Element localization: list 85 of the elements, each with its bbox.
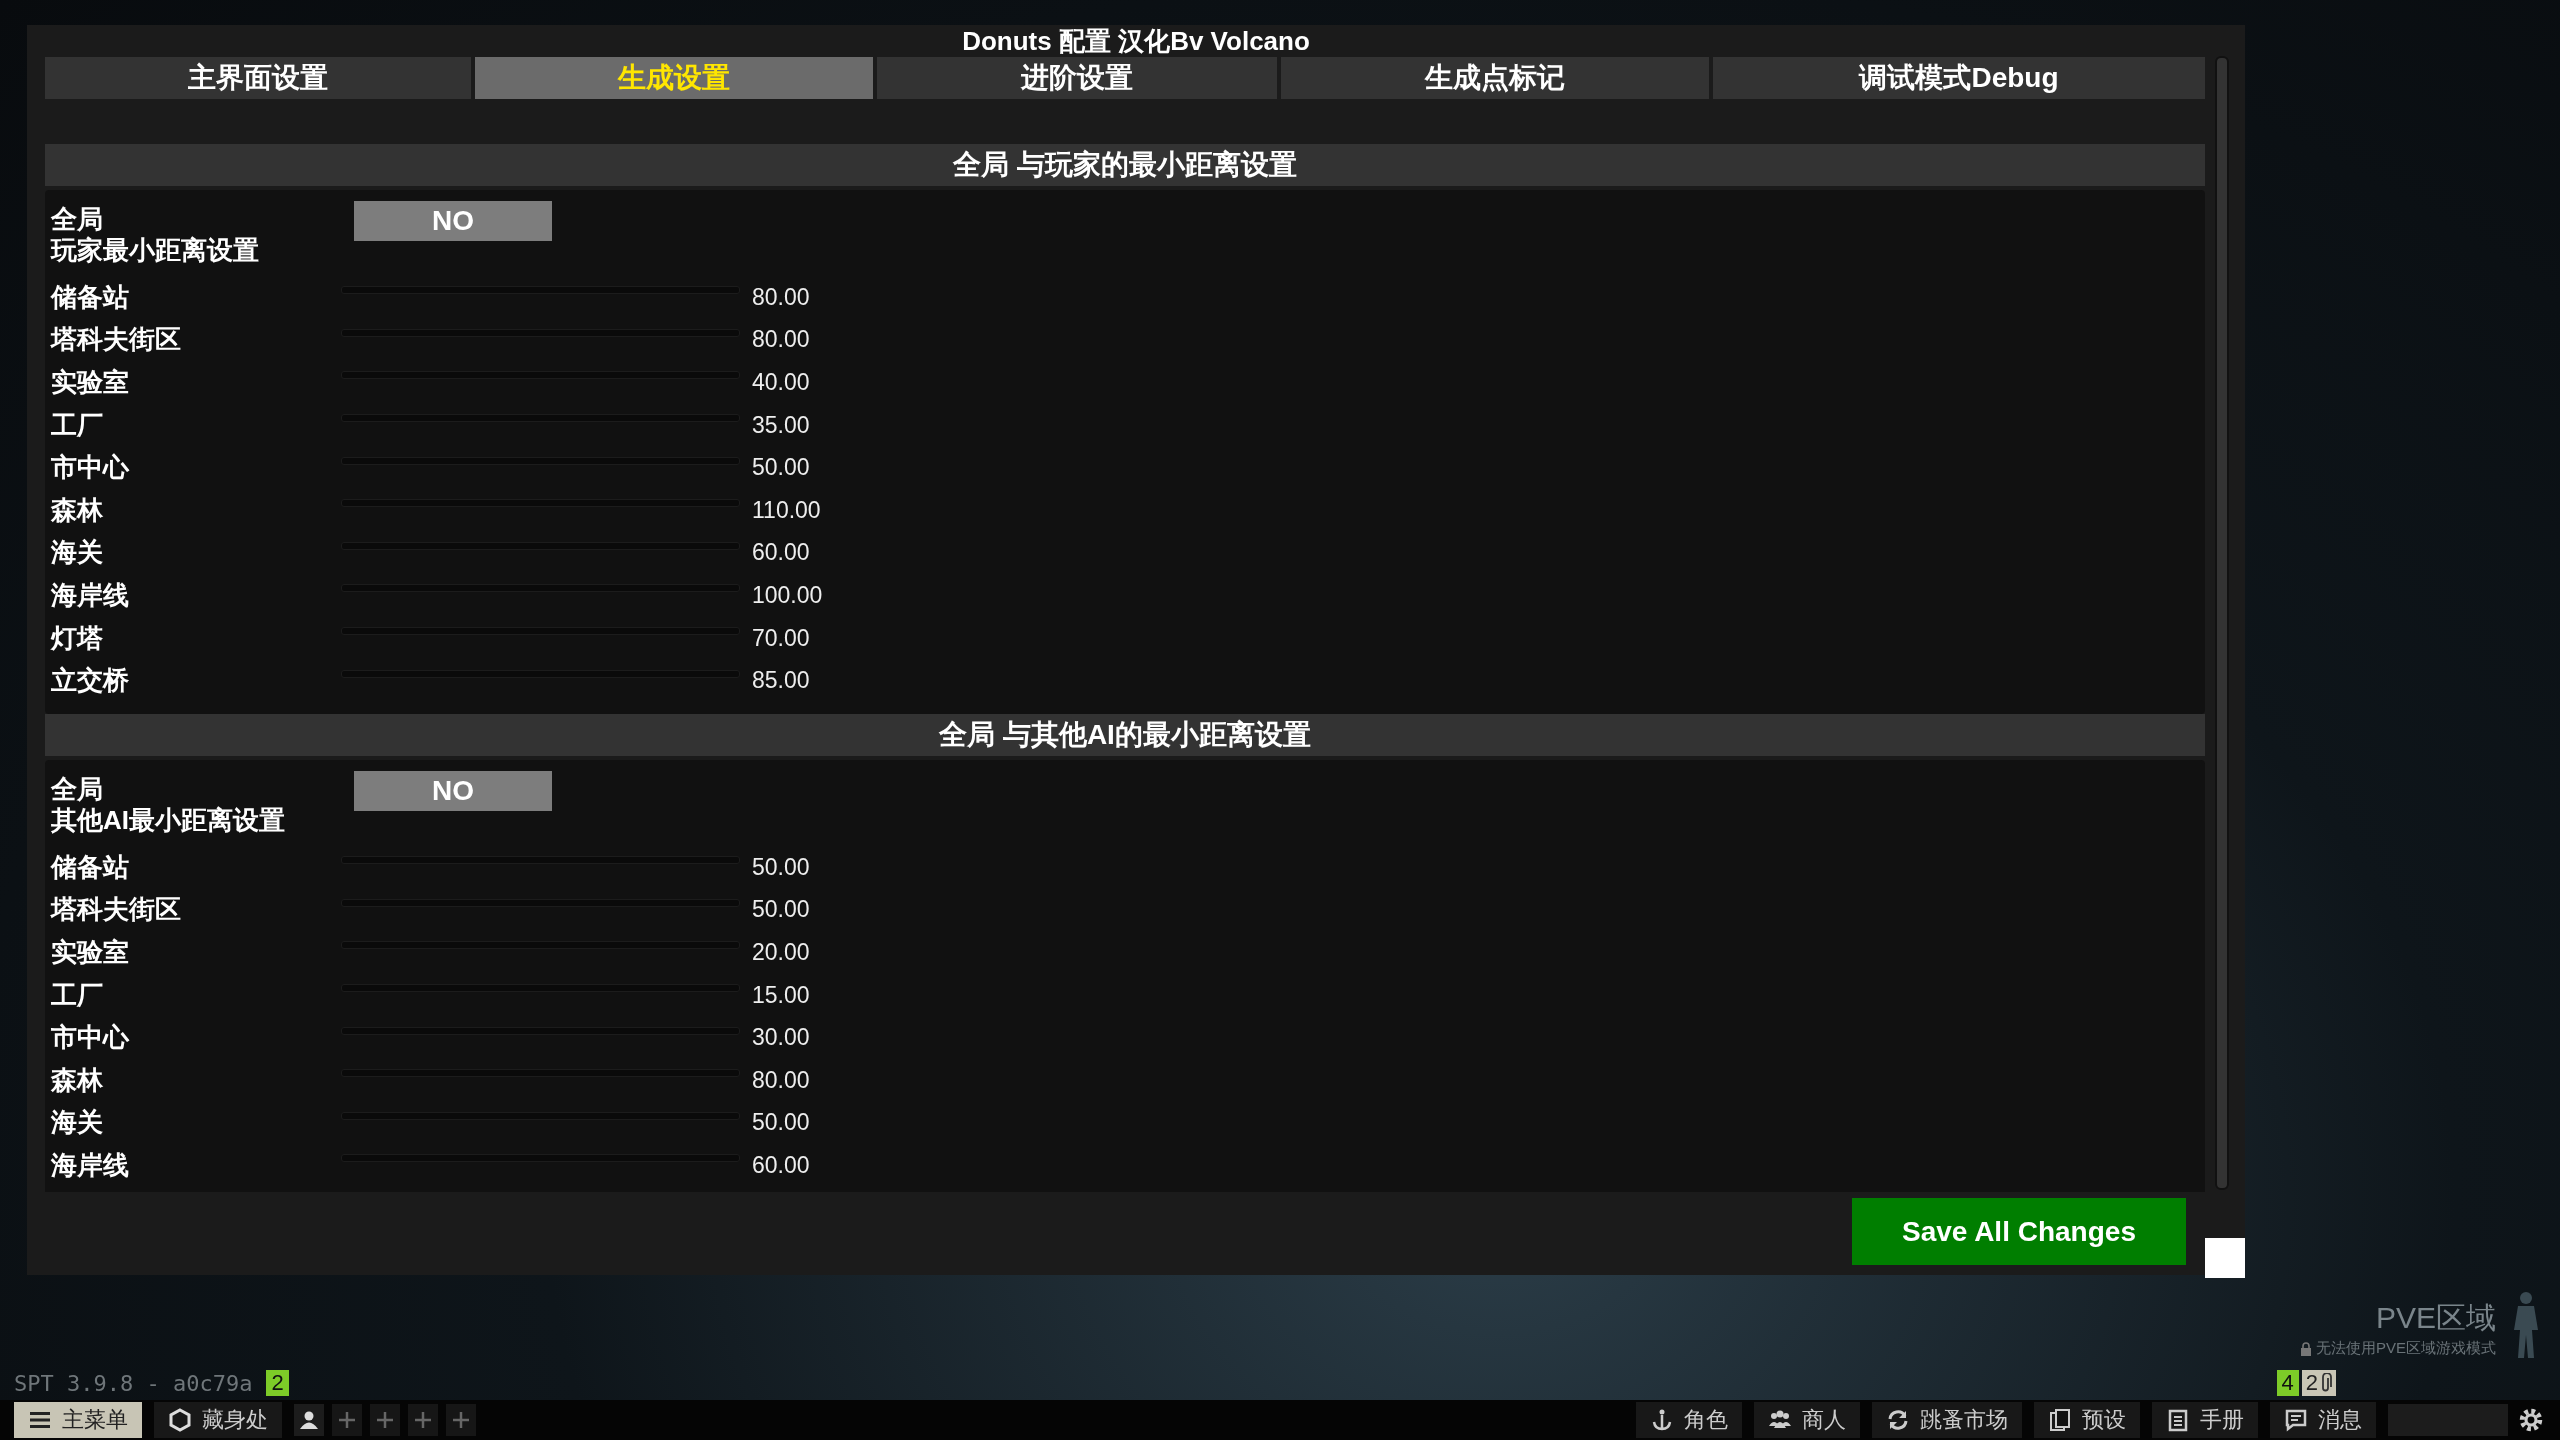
clipboard-icon: [2166, 1408, 2190, 1432]
setting-label: 市中心: [51, 1021, 131, 1055]
slider-value: 60.00: [752, 1151, 810, 1179]
setting-label: 立交桥: [51, 664, 130, 698]
profile-slot[interactable]: [294, 1404, 324, 1436]
setting-label: 储备站: [51, 850, 130, 884]
setting-label: 海岸线: [51, 578, 130, 612]
setting-label: 灯塔: [51, 621, 104, 655]
save-button[interactable]: Save All Changes: [1852, 1198, 2186, 1265]
taskbar-button[interactable]: 预设: [2034, 1402, 2140, 1438]
slider-value: 85.00: [752, 667, 810, 695]
taskbar-button[interactable]: 角色: [1636, 1402, 1742, 1438]
toggle-button[interactable]: NO: [354, 201, 552, 241]
empty-slot[interactable]: [408, 1404, 438, 1436]
slider-value: 60.00: [752, 539, 810, 567]
plus-icon: [375, 1410, 395, 1430]
setting-label: 市中心: [51, 451, 131, 485]
plus-icon: [413, 1410, 433, 1430]
taskbar-button[interactable]: 商人: [1754, 1402, 1860, 1438]
taskbar-button[interactable]: 手册: [2152, 1402, 2258, 1438]
documents-icon: [2048, 1408, 2072, 1432]
slider-value: 35.00: [752, 411, 810, 439]
mode-note: 无法使用PVE区域游戏模式: [2316, 1339, 2496, 1358]
tab[interactable]: 生成点标记: [1281, 57, 1709, 99]
slider-value: 50.00: [752, 896, 810, 924]
setting-label: 森林: [51, 1063, 104, 1097]
hexagon-icon: [168, 1408, 192, 1432]
slider-value: 110.00: [752, 496, 821, 524]
setting-label: 实验室: [51, 935, 130, 969]
lock-icon: [2300, 1341, 2312, 1356]
setting-label: 海关: [51, 1106, 104, 1140]
mode-title: PVE区域: [2375, 1300, 2496, 1336]
count-badge: 4: [2276, 1370, 2299, 1396]
setting-label: 全局: [51, 773, 103, 805]
scrollbar[interactable]: [2215, 56, 2229, 1190]
slider-value: 40.00: [752, 369, 810, 396]
tab[interactable]: 主界面设置: [45, 57, 471, 99]
resize-handle[interactable]: [2205, 1238, 2245, 1278]
slider-value: 20.00: [752, 938, 810, 966]
setting-label: 塔科夫街区: [51, 323, 182, 357]
setting-label: 玩家最小距离设置: [51, 235, 259, 266]
setting-label: 全局: [51, 204, 103, 235]
plus-icon: [337, 1410, 357, 1430]
person-icon: [299, 1410, 319, 1430]
plus-icon: [451, 1410, 471, 1430]
slider-value: 80.00: [752, 326, 810, 354]
setting-label: 塔科夫街区: [51, 893, 182, 927]
refresh-icon: [1886, 1408, 1910, 1432]
setting-label: 海关: [51, 536, 104, 570]
setting-label: 储备站: [51, 280, 130, 314]
setting-label: 海岸线: [51, 1148, 130, 1182]
slider-value: 80.00: [752, 283, 810, 311]
setting-label: 工厂: [51, 978, 104, 1012]
empty-slot[interactable]: [446, 1404, 476, 1436]
setting-label: 其他AI最小距离设置: [51, 804, 285, 836]
tab[interactable]: 生成设置: [475, 57, 873, 99]
attachment-badge: 2: [2301, 1370, 2336, 1396]
taskbar-button[interactable]: 藏身处: [154, 1402, 282, 1438]
taskbar-button[interactable]: 跳蚤市场: [1872, 1402, 2022, 1438]
slider-value: 70.00: [752, 624, 810, 652]
setting-label: 工厂: [51, 408, 104, 442]
setting-label: 实验室: [51, 366, 130, 399]
slider-value: 50.00: [752, 454, 810, 482]
toggle-button[interactable]: NO: [354, 770, 552, 811]
empty-slot[interactable]: [370, 1404, 400, 1436]
paperclip-icon: [2320, 1373, 2332, 1393]
slider-value: 15.00: [752, 981, 810, 1009]
setting-label: 森林: [51, 493, 104, 527]
slider-value: 50.00: [752, 853, 810, 881]
slider-value: 80.00: [752, 1066, 810, 1094]
window-title: Donuts 配置 汉化Bv Volcano: [961, 25, 1311, 57]
taskbar-button[interactable]: 消息: [2270, 1402, 2376, 1438]
chat-icon: [2284, 1408, 2308, 1432]
version-text: SPT 3.9.8 - a0c79a: [14, 1370, 253, 1396]
anchor-icon: [1650, 1408, 1674, 1432]
slider-value: 30.00: [752, 1024, 810, 1052]
section-header: 全局 与玩家的最小距离设置: [45, 144, 2205, 186]
tab[interactable]: 调试模式Debug: [1713, 57, 2205, 99]
slider-value: 100.00: [752, 581, 823, 609]
count-badge: 2: [266, 1370, 289, 1396]
section-header: 全局 与其他AI的最小距离设置: [45, 713, 2205, 756]
empty-slot[interactable]: [332, 1404, 362, 1436]
tab[interactable]: 进阶设置: [877, 57, 1277, 99]
taskbar-button[interactable]: 主菜单: [14, 1402, 142, 1438]
slider-value: 50.00: [752, 1109, 810, 1137]
